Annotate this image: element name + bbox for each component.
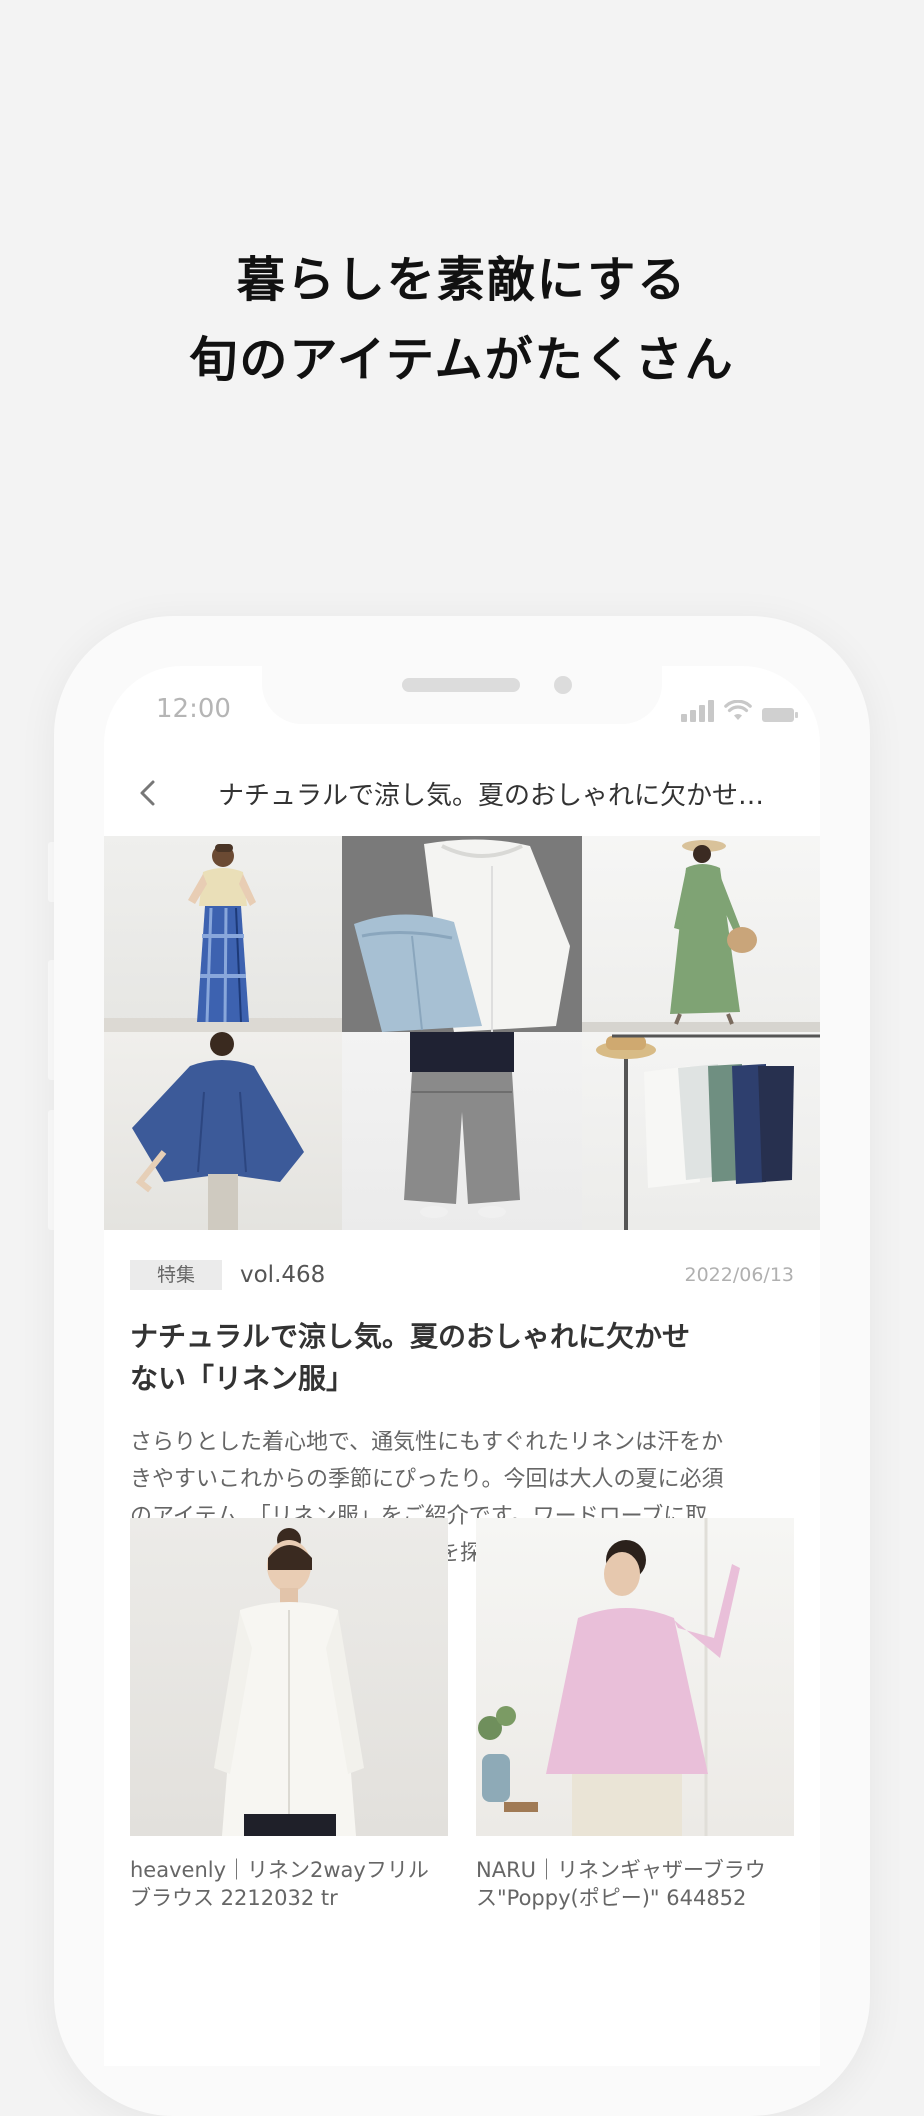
phone-notch bbox=[262, 666, 662, 724]
product-name[interactable]: heavenly｜リネン2wayフリル ブラウス 2212032 tr bbox=[130, 1856, 448, 1912]
lead-line: さらりとした着心地で、通気性にもすぐれたリネンは汗をか bbox=[130, 1430, 724, 1455]
product-image[interactable] bbox=[476, 1518, 794, 1836]
product-name-line: ブラウス 2212032 tr bbox=[130, 1886, 338, 1910]
product-card[interactable]: heavenly｜リネン2wayフリル ブラウス 2212032 tr bbox=[130, 1518, 448, 1912]
article-title: ナチュラルで涼し気。夏のおしゃれに欠かせ ない「リネン服」 bbox=[130, 1316, 794, 1400]
nav-bar: ナチュラルで涼し気。夏のおしゃれに欠かせ… bbox=[104, 756, 820, 837]
battery-icon bbox=[762, 708, 798, 722]
feature-photo-blouse-rack bbox=[582, 1032, 820, 1230]
lead-line: きやすいこれからの季節にぴったり。今回は大人の夏に必須 bbox=[130, 1467, 724, 1492]
product-name-line: heavenly｜リネン2wayフリル bbox=[130, 1858, 429, 1882]
product-card[interactable]: NARU｜リネンギャザーブラウ ス"Poppy(ポピー)" 644852 bbox=[476, 1518, 794, 1912]
publish-date: 2022/06/13 bbox=[684, 1264, 794, 1286]
feature-image-grid bbox=[104, 836, 820, 1230]
headline-line-2: 旬のアイテムがたくさん bbox=[189, 332, 735, 388]
category-tag[interactable]: 特集 bbox=[130, 1260, 222, 1290]
promo-headline: 暮らしを素敵にする 旬のアイテムがたくさん bbox=[0, 240, 924, 400]
headline-line-1: 暮らしを素敵にする bbox=[236, 252, 688, 308]
feature-photo-linen-flatlay bbox=[342, 836, 582, 1032]
product-name[interactable]: NARU｜リネンギャザーブラウ ス"Poppy(ポピー)" 644852 bbox=[476, 1856, 794, 1912]
product-name-line: ス"Poppy(ポピー)" 644852 bbox=[476, 1886, 747, 1910]
speaker-grille bbox=[402, 678, 520, 692]
chevron-left-icon[interactable] bbox=[134, 778, 164, 808]
volume-number: vol.468 bbox=[240, 1262, 326, 1288]
phone-screen: 12:00 ナチュラルで涼し気。夏のおしゃれに欠かせ… 特集 vol.468 2… bbox=[104, 666, 820, 2066]
status-time: 12:00 bbox=[156, 694, 231, 724]
article-title-line: ナチュラルで涼し気。夏のおしゃれに欠かせ bbox=[130, 1320, 691, 1353]
signal-icon bbox=[681, 700, 714, 722]
front-camera bbox=[554, 676, 572, 694]
feature-photo-gray-pants bbox=[342, 1032, 582, 1230]
status-icons bbox=[681, 698, 798, 722]
wifi-icon bbox=[724, 700, 752, 720]
feature-photo-plaid-skirt bbox=[104, 836, 342, 1032]
article-title-line: ない「リネン服」 bbox=[130, 1362, 355, 1395]
nav-title: ナチュラルで涼し気。夏のおしゃれに欠かせ… bbox=[218, 781, 765, 811]
feature-photo-navy-blouse bbox=[104, 1032, 342, 1230]
product-image[interactable] bbox=[130, 1518, 448, 1836]
product-name-line: NARU｜リネンギャザーブラウ bbox=[476, 1858, 766, 1882]
article-meta: 特集 vol.468 2022/06/13 bbox=[130, 1258, 794, 1294]
feature-photo-green-dress bbox=[582, 836, 820, 1032]
